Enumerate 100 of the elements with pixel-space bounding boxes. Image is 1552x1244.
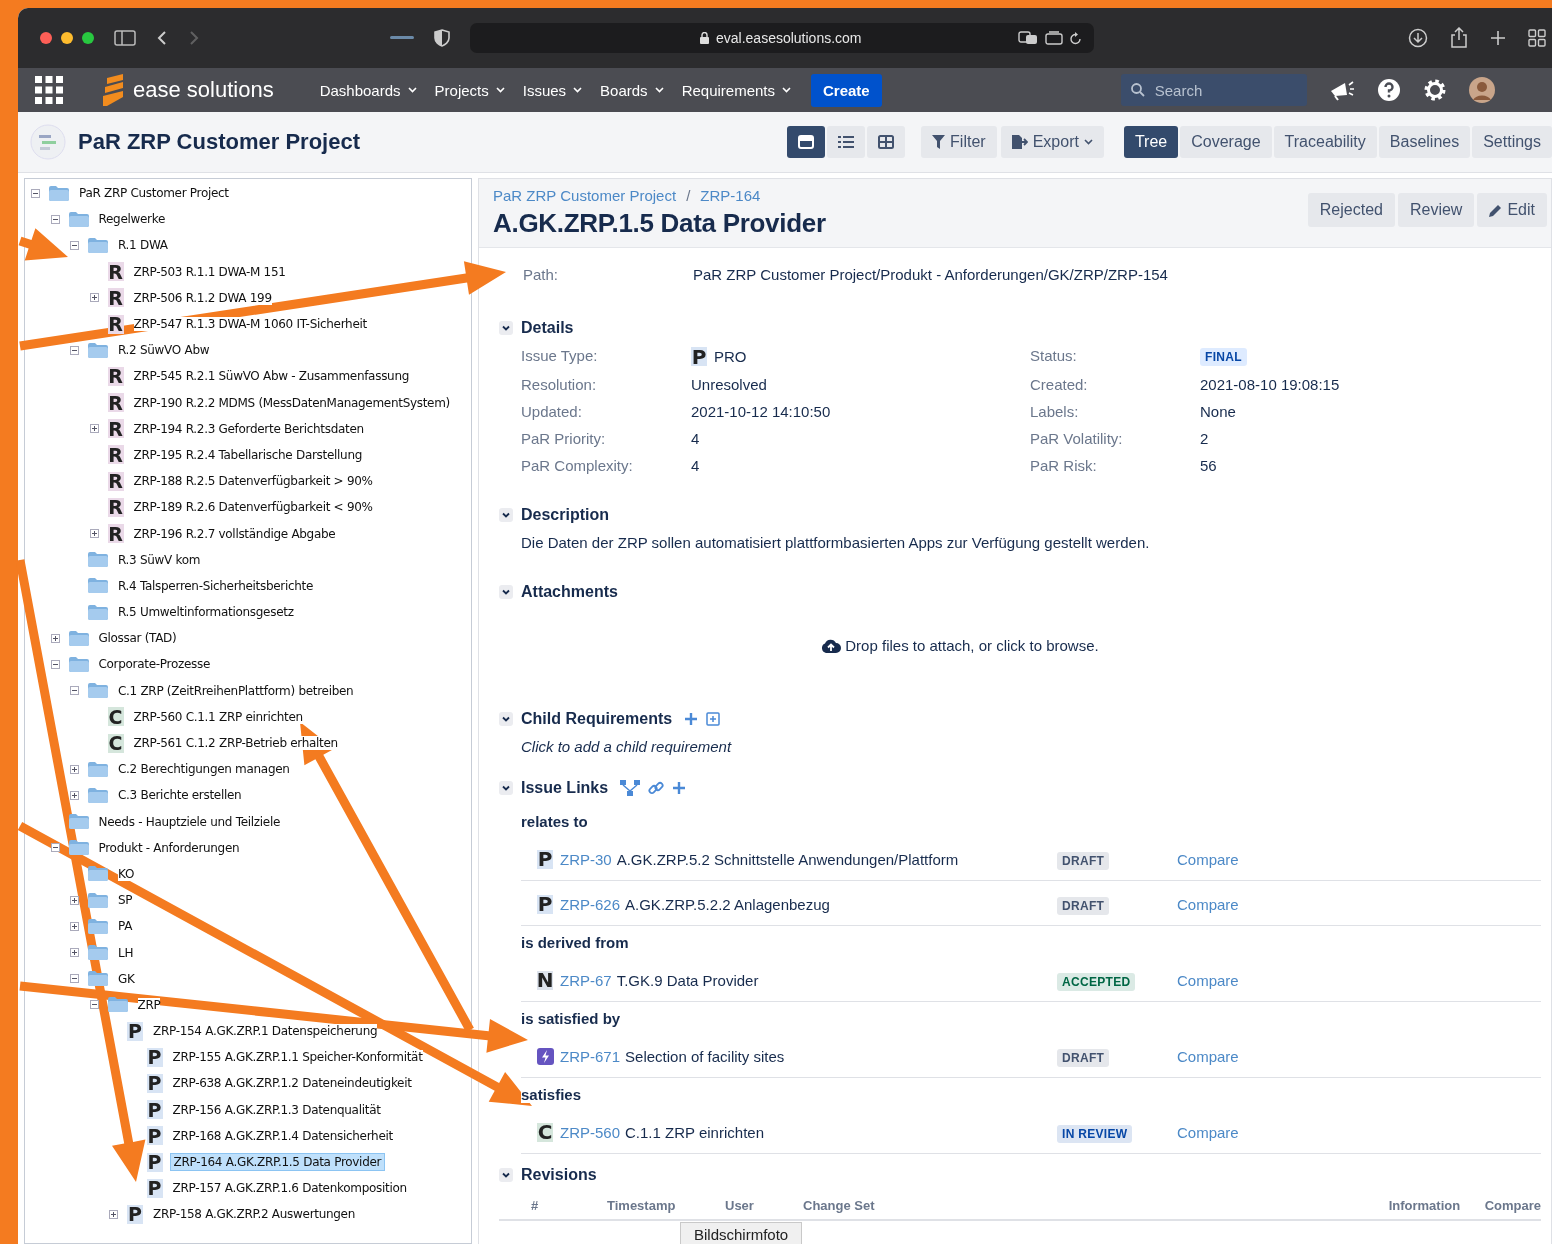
collapse-icon[interactable] [50, 843, 60, 853]
tree-item[interactable]: C.1 ZRP (ZeitRreihenPlattform) betreiben [118, 683, 354, 698]
grid-view-button[interactable] [867, 126, 906, 158]
compare-link[interactable]: Compare [1177, 1047, 1239, 1065]
collapse-icon[interactable] [89, 1000, 99, 1010]
collapse-icon[interactable] [70, 345, 79, 355]
compare-link[interactable]: Compare [1177, 971, 1239, 989]
tree-item[interactable]: ZRP-164 A.GK.ZRP.1.5 Data Provider [169, 1153, 386, 1172]
view-tab[interactable]: Traceability [1273, 126, 1377, 158]
tree-item[interactable]: ZRP-195 R.2.4 Tabellarische Darstellung [133, 447, 362, 462]
compare-link[interactable]: Compare [1177, 850, 1239, 868]
list-view-button[interactable] [827, 126, 866, 158]
view-tab[interactable]: Coverage [1180, 126, 1272, 158]
workflow-button[interactable]: Rejected [1307, 193, 1395, 227]
workflow-button[interactable]: Edit [1477, 193, 1547, 227]
tree-item[interactable]: Needs - Hauptziele und Teilziele [98, 814, 281, 829]
expand-icon[interactable] [109, 1209, 118, 1219]
tree-item[interactable]: ZRP-190 R.2.2 MDMS (MessDatenManagementSystem) [133, 395, 450, 410]
add-icon[interactable] [684, 712, 699, 726]
create-button[interactable]: Create [811, 73, 882, 107]
chevron-icon[interactable] [499, 508, 513, 522]
plus-icon[interactable] [1490, 30, 1506, 46]
add-child-hint[interactable]: Click to add a child requirement [521, 738, 1551, 755]
tree-item[interactable]: ZRP-158 A.GK.ZRP.2 Auswertungen [153, 1207, 355, 1222]
zoom-window-icon[interactable] [82, 32, 94, 44]
expand-icon[interactable] [70, 895, 79, 905]
tree-item[interactable]: Glossar (TAD) [98, 631, 177, 646]
view-tab[interactable]: Settings [1472, 126, 1552, 158]
minimize-window-icon[interactable] [61, 32, 73, 44]
tree-item[interactable]: ZRP-157 A.GK.ZRP.1.6 Datenkomposition [172, 1181, 407, 1196]
collapse-icon[interactable] [70, 240, 79, 250]
chevron-icon[interactable] [499, 1168, 513, 1182]
reload-icon[interactable] [1070, 31, 1082, 45]
tree-item[interactable]: R.3 SüwV kom [118, 552, 201, 567]
tree-item[interactable]: ZRP-156 A.GK.ZRP.1.3 Datenqualität [172, 1102, 381, 1117]
filter-button[interactable]: Filter [921, 126, 997, 158]
expand-icon[interactable] [89, 424, 99, 434]
tree-item[interactable]: ZRP-155 A.GK.ZRP.1.1 Speicher-Konformität [172, 1050, 423, 1065]
tree-item[interactable]: R.5 Umweltinformationsgesetz [118, 605, 294, 620]
close-window-icon[interactable] [40, 32, 52, 44]
tree-item[interactable]: GK [118, 971, 135, 986]
collapse-icon[interactable] [70, 974, 79, 984]
chevron-icon[interactable] [499, 781, 513, 795]
compare-link[interactable]: Compare [1177, 895, 1239, 913]
tree-item[interactable]: R.4 Talsperren-Sicherheitsberichte [118, 578, 314, 593]
sidebar-icon[interactable] [114, 30, 136, 46]
nav-menu[interactable]: Requirements [673, 75, 799, 105]
grid-icon[interactable] [1528, 29, 1546, 47]
tree-item[interactable]: ZRP-503 R.1.1 DWA-M 151 [133, 264, 286, 279]
hierarchy-icon[interactable] [620, 780, 641, 796]
view-tab[interactable]: Baselines [1378, 126, 1471, 158]
tree-item[interactable]: ZRP-154 A.GK.ZRP.1 Datenspeicherung [153, 1024, 378, 1039]
app-switcher-icon[interactable] [35, 76, 63, 104]
expand-icon[interactable] [70, 921, 79, 931]
tree-item[interactable]: KO [118, 866, 135, 881]
tree-item[interactable]: ZRP-189 R.2.6 Datenverfügbarkeit < 90% [133, 500, 373, 515]
expand-icon[interactable] [70, 948, 79, 958]
tree-item[interactable]: ZRP-560 C.1.1 ZRP einrichten [133, 709, 303, 724]
megaphone-icon[interactable] [1328, 79, 1355, 101]
tree-item[interactable]: C.2 Berechtigungen managen [118, 762, 290, 777]
add-box-icon[interactable] [706, 712, 721, 726]
chevron-icon[interactable] [499, 321, 513, 335]
chevron-icon[interactable] [499, 585, 513, 599]
panel-view-button[interactable] [787, 126, 826, 158]
collapse-icon[interactable] [50, 214, 60, 224]
tree-item[interactable]: ZRP-545 R.2.1 SüwVO Abw - Zusammenfassung [133, 369, 409, 384]
expand-icon[interactable] [89, 293, 99, 303]
tree-item[interactable]: ZRP-196 R.2.7 vollständige Abgabe [133, 526, 336, 541]
settings-icon[interactable] [1422, 78, 1447, 102]
collapse-icon[interactable] [70, 686, 79, 696]
tabs-icon[interactable] [1045, 31, 1063, 45]
tree-item[interactable]: ZRP-506 R.1.2 DWA 199 [133, 290, 272, 305]
avatar-icon[interactable] [1468, 77, 1495, 103]
expand-icon[interactable] [70, 764, 79, 774]
link-icon[interactable] [648, 780, 665, 796]
expand-icon[interactable] [50, 633, 60, 643]
expand-icon[interactable] [70, 790, 79, 800]
address-bar[interactable]: eval.easesolutions.com [470, 23, 1094, 53]
workflow-button[interactable]: Review [1397, 193, 1475, 227]
back-icon[interactable] [156, 30, 168, 46]
add-icon[interactable] [672, 781, 687, 795]
nav-menu[interactable]: Projects [426, 75, 513, 105]
tree-item[interactable]: ZRP-638 A.GK.ZRP.1.2 Dateneindeutigkeit [172, 1076, 412, 1091]
export-button[interactable]: Export [1000, 126, 1104, 158]
nav-menu[interactable]: Boards [592, 75, 672, 105]
nav-menu[interactable]: Dashboards [311, 75, 425, 105]
tree-item[interactable]: Regelwerke [98, 212, 166, 227]
tree-item[interactable]: ZRP-561 C.1.2 ZRP-Betrieb erhalten [133, 736, 338, 751]
shield-icon[interactable] [434, 29, 450, 47]
collapse-icon[interactable] [31, 188, 40, 198]
expand-icon[interactable] [89, 529, 99, 539]
search-field[interactable]: Search [1120, 74, 1307, 106]
tree-item[interactable]: ZRP-168 A.GK.ZRP.1.4 Datensicherheit [172, 1128, 393, 1143]
compare-link[interactable]: Compare [1177, 1123, 1239, 1141]
tree-item[interactable]: Corporate-Prozesse [98, 657, 211, 672]
tree-item[interactable]: ZRP-547 R.1.3 DWA-M 1060 IT-Sicherheit [133, 317, 367, 332]
download-icon[interactable] [1408, 28, 1428, 48]
drop-zone-text[interactable]: Drop files to attach, or click to browse. [845, 637, 1099, 654]
help-icon[interactable] [1376, 78, 1401, 102]
tree-item[interactable]: ZRP-194 R.2.3 Geforderte Berichtsdaten [133, 421, 364, 436]
